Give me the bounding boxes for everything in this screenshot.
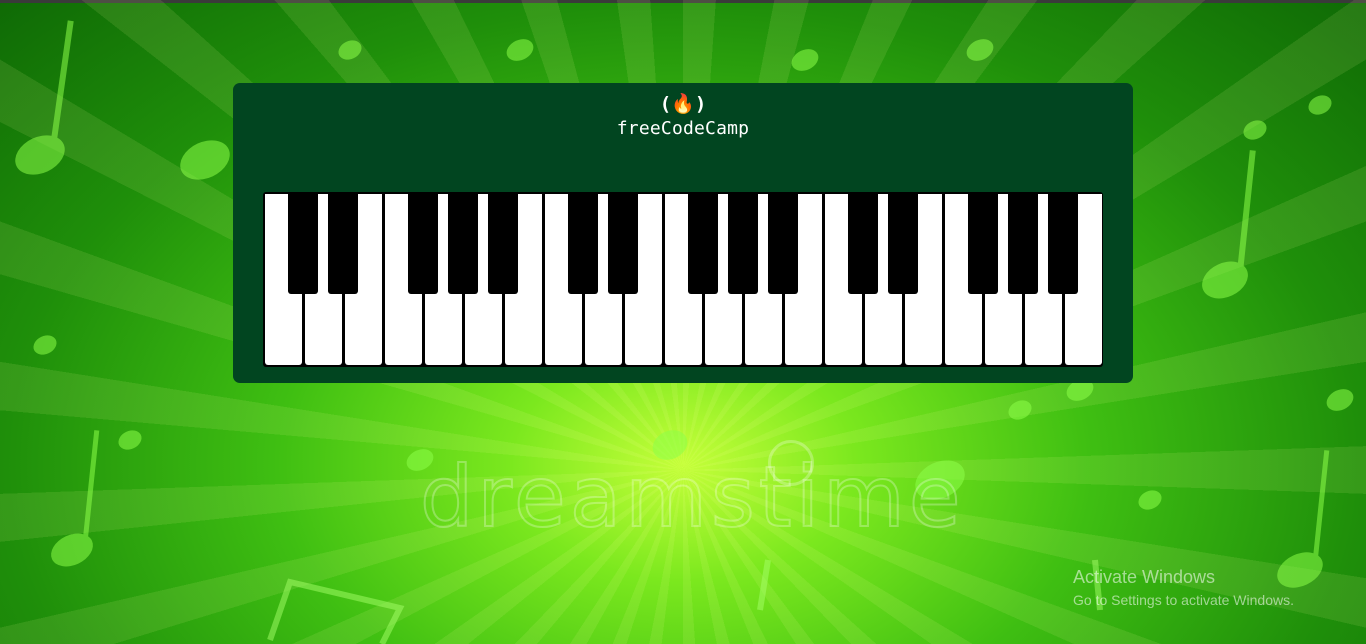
music-note-icon — [1308, 95, 1332, 115]
music-note-icon — [1202, 261, 1248, 299]
activate-windows-notice: Activate Windows Go to Settings to activ… — [1073, 566, 1333, 610]
watermark-swirl-icon — [768, 440, 814, 486]
music-note-icon — [51, 533, 93, 567]
black-key[interactable] — [328, 192, 358, 294]
black-key[interactable] — [728, 192, 758, 294]
music-note-icon — [15, 135, 65, 175]
activate-windows-title: Activate Windows — [1073, 567, 1216, 587]
music-note-icon — [33, 335, 57, 355]
black-key[interactable] — [608, 192, 638, 294]
black-key[interactable] — [888, 192, 918, 294]
black-key[interactable] — [1008, 192, 1038, 294]
piano-keyboard — [263, 192, 1103, 367]
music-note-icon — [1138, 490, 1162, 510]
activate-windows-subtitle: Go to Settings to activate Windows. — [1073, 592, 1294, 608]
black-key[interactable] — [1048, 192, 1078, 294]
black-key[interactable] — [688, 192, 718, 294]
black-key[interactable] — [288, 192, 318, 294]
beamed-note-icon — [267, 578, 405, 644]
music-note-icon — [506, 39, 534, 61]
dreamstime-watermark: dreamstime — [419, 448, 965, 546]
music-note-icon — [118, 430, 142, 450]
piano-card: (🔥) freeCodeCamp — [233, 83, 1133, 383]
black-key[interactable] — [848, 192, 878, 294]
black-key[interactable] — [488, 192, 518, 294]
music-note-icon — [338, 40, 362, 60]
black-key[interactable] — [968, 192, 998, 294]
note-stem — [48, 20, 74, 155]
music-note-icon — [791, 49, 819, 71]
music-note-icon — [180, 140, 230, 180]
note-stem — [81, 430, 100, 550]
flame-icon: (🔥) — [659, 93, 707, 115]
note-stem — [1311, 450, 1330, 570]
black-key[interactable] — [408, 192, 438, 294]
freecodecamp-logo: (🔥) freeCodeCamp — [233, 93, 1133, 139]
brand-name: freeCodeCamp — [616, 118, 750, 139]
black-key[interactable] — [568, 192, 598, 294]
black-key[interactable] — [768, 192, 798, 294]
note-stem — [1236, 150, 1256, 281]
music-note-icon — [1008, 400, 1032, 420]
beamed-note-icon — [757, 559, 771, 611]
music-note-icon — [966, 39, 994, 61]
music-note-icon — [1243, 120, 1267, 140]
music-note-icon — [1326, 389, 1354, 411]
black-key[interactable] — [448, 192, 478, 294]
